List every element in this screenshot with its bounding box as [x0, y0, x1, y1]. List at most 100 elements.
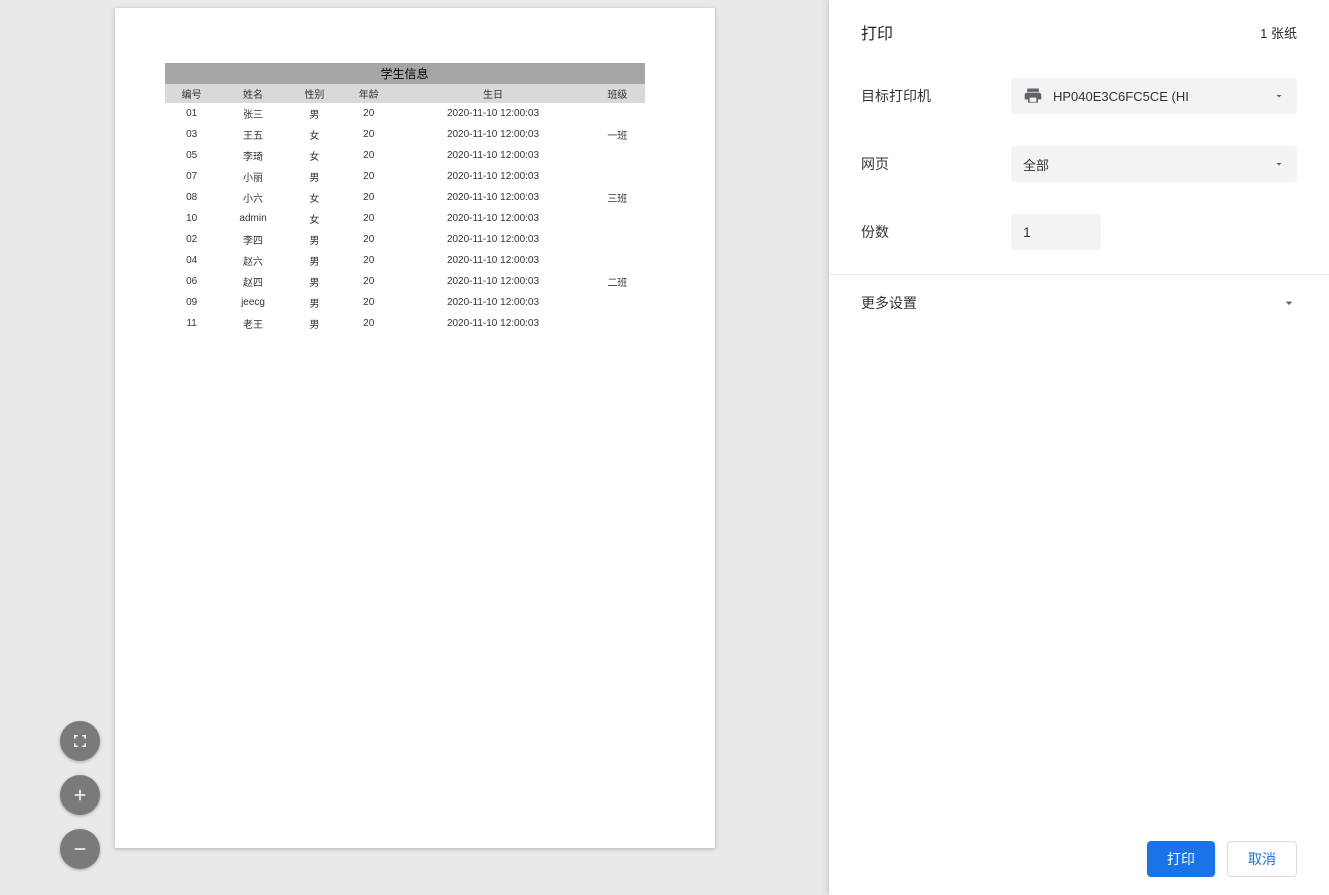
column-header: 编号 — [165, 84, 219, 103]
cell-birthday: 2020-11-10 12:00:03 — [396, 208, 590, 229]
cell-name: 赵六 — [219, 250, 287, 271]
cell-birthday: 2020-11-10 12:00:03 — [396, 313, 590, 334]
zoom-out-button[interactable] — [60, 829, 100, 869]
print-preview-area: 学生信息 编号姓名性别年龄生日班级 01张三男202020-11-10 12:0… — [0, 0, 829, 895]
table-row: 05李琦女202020-11-10 12:00:03 — [165, 145, 645, 166]
cell-id: 07 — [165, 166, 219, 187]
copies-label: 份数 — [861, 222, 1011, 242]
more-settings-label: 更多设置 — [861, 293, 917, 313]
cell-name: 老王 — [219, 313, 287, 334]
preview-page: 学生信息 编号姓名性别年龄生日班级 01张三男202020-11-10 12:0… — [115, 8, 715, 848]
cell-gender: 男 — [287, 292, 341, 313]
cell-gender: 女 — [287, 187, 341, 208]
zoom-in-button[interactable] — [60, 775, 100, 815]
cell-class: 一班 — [590, 124, 644, 145]
column-header: 性别 — [287, 84, 341, 103]
cell-gender: 男 — [287, 250, 341, 271]
cell-age: 20 — [342, 292, 396, 313]
cell-age: 20 — [342, 313, 396, 334]
table-row: 10admin女202020-11-10 12:00:03 — [165, 208, 645, 229]
column-header: 年龄 — [342, 84, 396, 103]
table-row: 09jeecg男202020-11-10 12:00:03 — [165, 292, 645, 313]
destination-row: 目标打印机 HP040E3C6FC5CE (HI — [829, 62, 1329, 130]
cell-name: jeecg — [219, 292, 287, 313]
panel-header: 打印 1 张纸 — [829, 0, 1329, 62]
column-header: 生日 — [396, 84, 590, 103]
printer-icon — [1023, 86, 1043, 106]
column-header: 姓名 — [219, 84, 287, 103]
cell-birthday: 2020-11-10 12:00:03 — [396, 229, 590, 250]
more-settings-toggle[interactable]: 更多设置 — [829, 274, 1329, 331]
cell-name: admin — [219, 208, 287, 229]
cell-id: 11 — [165, 313, 219, 334]
cell-birthday: 2020-11-10 12:00:03 — [396, 271, 590, 292]
pages-select[interactable]: 全部 — [1011, 146, 1297, 182]
cell-gender: 女 — [287, 208, 341, 229]
chevron-down-icon — [1281, 295, 1297, 311]
table-row: 08小六女202020-11-10 12:00:03三班 — [165, 187, 645, 208]
cell-age: 20 — [342, 208, 396, 229]
cell-id: 02 — [165, 229, 219, 250]
cell-class — [590, 103, 644, 124]
cell-id: 10 — [165, 208, 219, 229]
cell-gender: 男 — [287, 229, 341, 250]
cell-age: 20 — [342, 103, 396, 124]
table-row: 02李四男202020-11-10 12:00:03 — [165, 229, 645, 250]
preview-controls — [60, 721, 100, 869]
table-row: 06赵四男202020-11-10 12:00:03二班 — [165, 271, 645, 292]
cell-id: 05 — [165, 145, 219, 166]
cell-gender: 男 — [287, 313, 341, 334]
cell-age: 20 — [342, 271, 396, 292]
table-row: 03王五女202020-11-10 12:00:03一班 — [165, 124, 645, 145]
cell-name: 张三 — [219, 103, 287, 124]
cell-age: 20 — [342, 187, 396, 208]
table-title: 学生信息 — [165, 63, 645, 84]
table-row: 07小丽男202020-11-10 12:00:03 — [165, 166, 645, 187]
fit-to-page-button[interactable] — [60, 721, 100, 761]
panel-title: 打印 — [861, 20, 893, 44]
pages-row: 网页 全部 — [829, 130, 1329, 198]
cell-birthday: 2020-11-10 12:00:03 — [396, 292, 590, 313]
table-row: 11老王男202020-11-10 12:00:03 — [165, 313, 645, 334]
cell-class — [590, 208, 644, 229]
cell-class — [590, 250, 644, 271]
cancel-button[interactable]: 取消 — [1227, 841, 1297, 877]
cell-gender: 女 — [287, 145, 341, 166]
cell-class: 二班 — [590, 271, 644, 292]
chevron-down-icon — [1273, 158, 1285, 170]
cell-class — [590, 145, 644, 166]
cell-id: 03 — [165, 124, 219, 145]
cell-birthday: 2020-11-10 12:00:03 — [396, 187, 590, 208]
destination-value: HP040E3C6FC5CE (HI — [1053, 89, 1189, 104]
copies-input[interactable] — [1011, 214, 1101, 250]
cell-birthday: 2020-11-10 12:00:03 — [396, 250, 590, 271]
cell-birthday: 2020-11-10 12:00:03 — [396, 124, 590, 145]
cell-gender: 女 — [287, 124, 341, 145]
column-header: 班级 — [590, 84, 644, 103]
cell-age: 20 — [342, 145, 396, 166]
destination-select[interactable]: HP040E3C6FC5CE (HI — [1011, 78, 1297, 114]
page-count: 1 张纸 — [1260, 23, 1297, 42]
cell-name: 小丽 — [219, 166, 287, 187]
cell-birthday: 2020-11-10 12:00:03 — [396, 145, 590, 166]
print-button[interactable]: 打印 — [1147, 841, 1215, 877]
plus-icon — [71, 786, 89, 804]
cell-name: 小六 — [219, 187, 287, 208]
cell-id: 09 — [165, 292, 219, 313]
table-row: 01张三男202020-11-10 12:00:03 — [165, 103, 645, 124]
cell-gender: 男 — [287, 166, 341, 187]
print-settings-panel: 打印 1 张纸 目标打印机 HP040E3C6FC5CE (HI 网页 全部 份… — [829, 0, 1329, 895]
cell-birthday: 2020-11-10 12:00:03 — [396, 166, 590, 187]
minus-icon — [71, 840, 89, 858]
pages-label: 网页 — [861, 154, 1011, 174]
fullscreen-icon — [71, 732, 89, 750]
cell-name: 赵四 — [219, 271, 287, 292]
cell-age: 20 — [342, 229, 396, 250]
table-row: 04赵六男202020-11-10 12:00:03 — [165, 250, 645, 271]
cell-class: 三班 — [590, 187, 644, 208]
cell-id: 08 — [165, 187, 219, 208]
cell-class — [590, 166, 644, 187]
cell-birthday: 2020-11-10 12:00:03 — [396, 103, 590, 124]
student-table: 学生信息 编号姓名性别年龄生日班级 01张三男202020-11-10 12:0… — [165, 63, 645, 334]
chevron-down-icon — [1273, 90, 1285, 102]
